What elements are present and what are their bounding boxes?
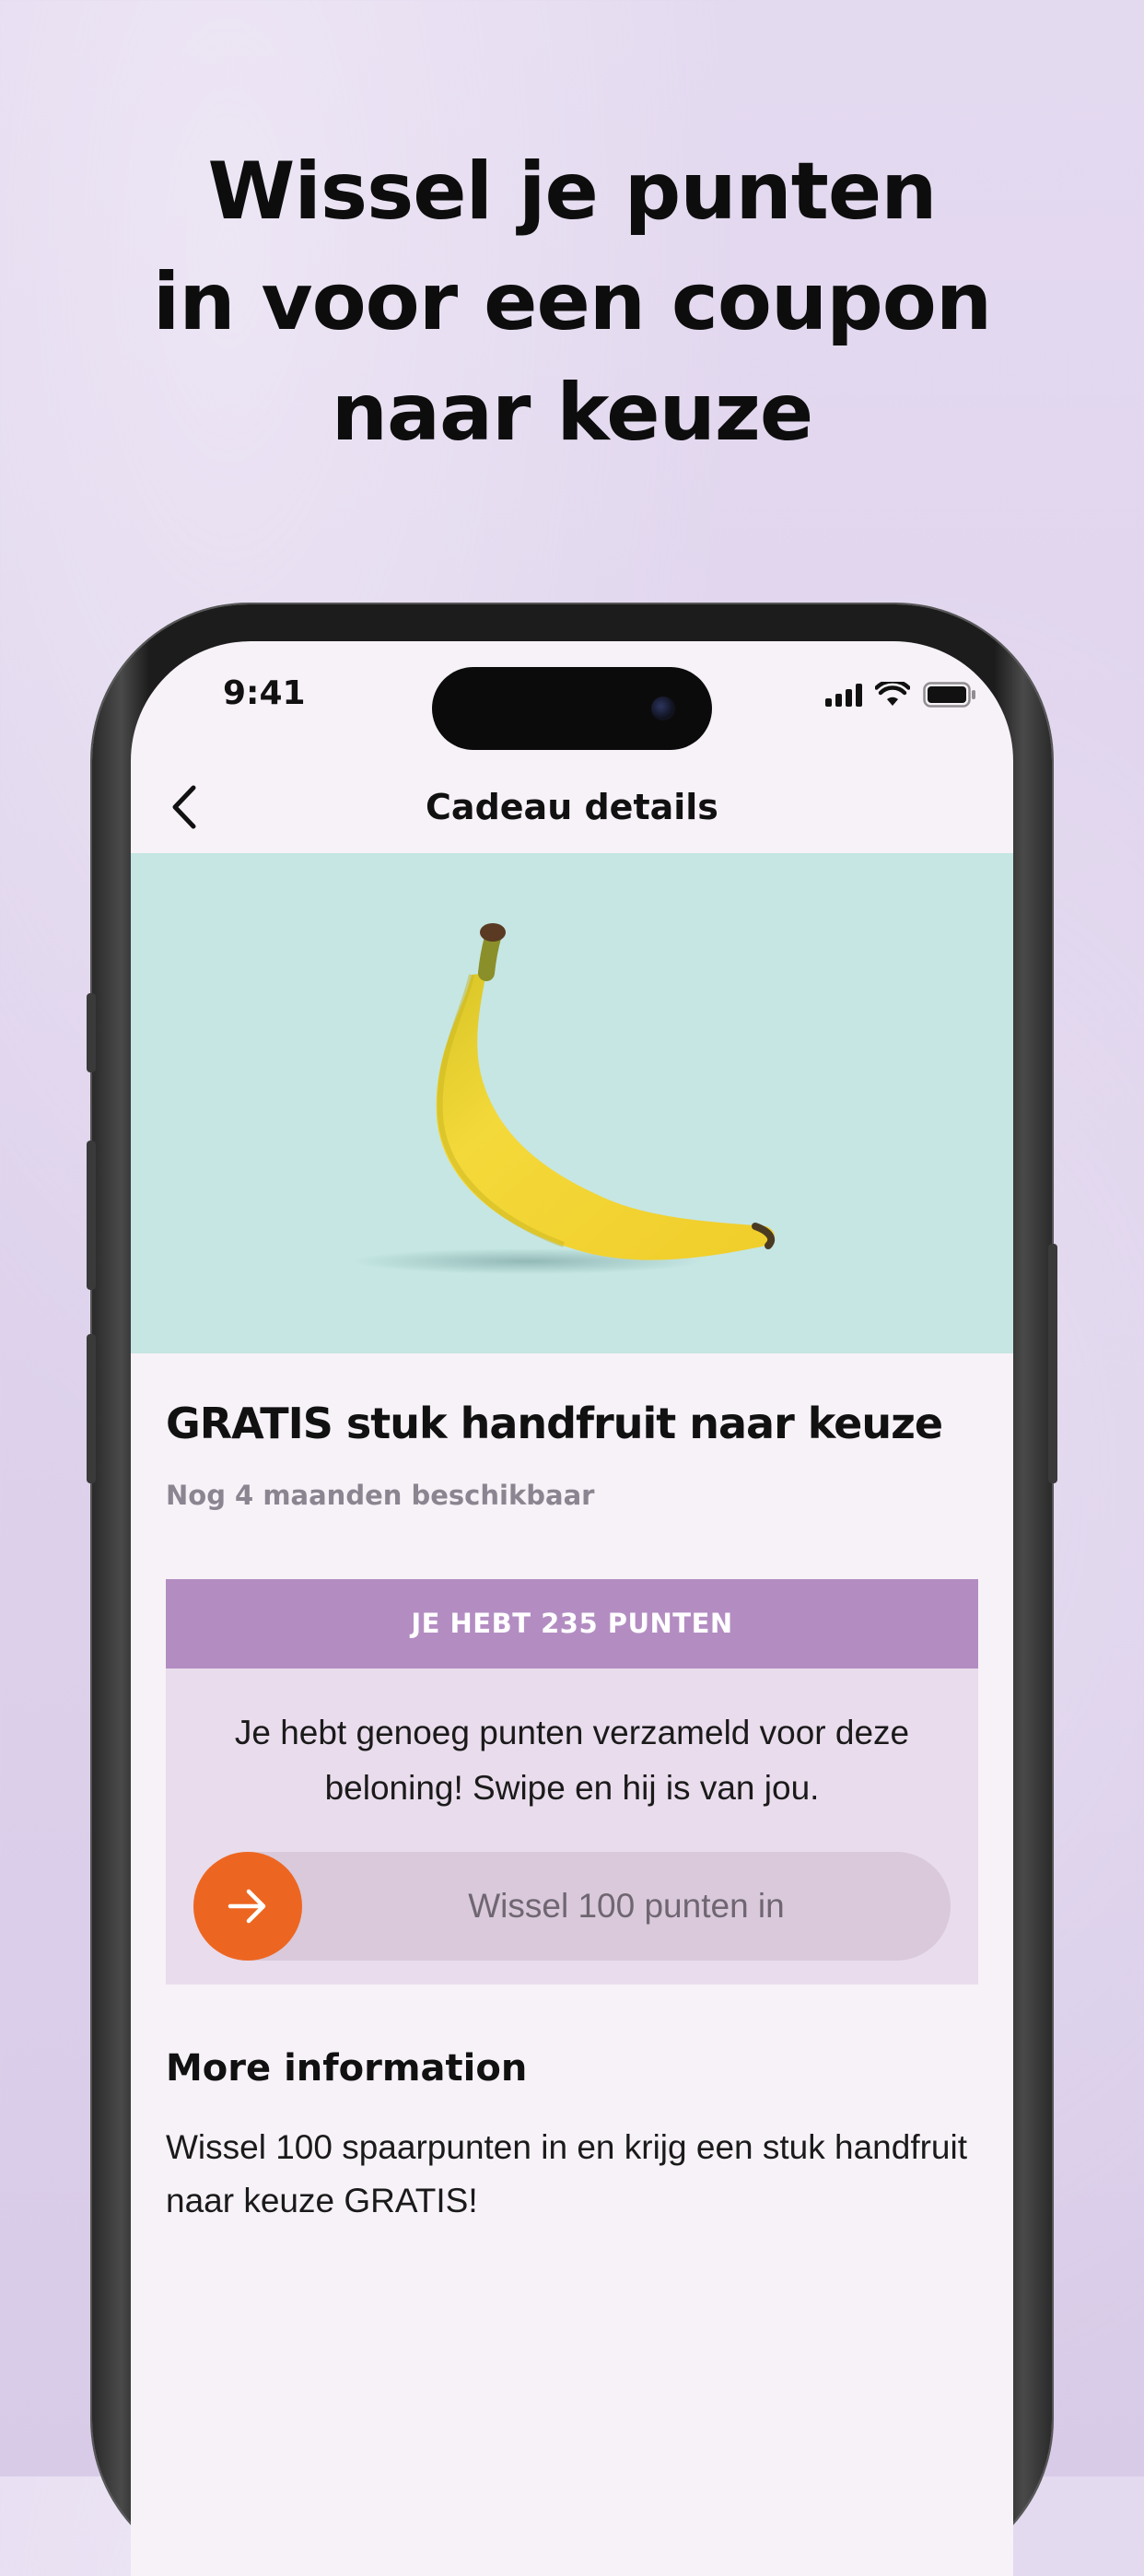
promo-headline: Wissel je punten in voor een coupon naar… <box>0 136 1144 468</box>
banana-image <box>352 923 776 1274</box>
status-bar-time: 9:41 <box>223 674 306 712</box>
redeem-swipe-label: Wissel 100 punten in <box>468 1887 785 1925</box>
promo-headline-line1: Wissel je punten <box>207 146 938 238</box>
points-balance-header: JE HEBT 235 PUNTEN <box>166 1579 978 1669</box>
swipe-handle[interactable] <box>193 1852 302 1961</box>
availability-text: Nog 4 maanden beschikbaar <box>166 1480 595 1511</box>
back-button[interactable] <box>157 778 216 837</box>
phone-power-button <box>1048 1244 1057 1483</box>
promo-headline-line3: naar keuze <box>331 367 813 459</box>
arrow-right-icon <box>228 1889 266 1924</box>
more-info-title: More information <box>166 2047 528 2090</box>
phone-mute-switch <box>87 993 96 1072</box>
wifi-icon <box>875 682 910 708</box>
product-title: GRATIS stuk handfruit naar keuze <box>166 1399 943 1448</box>
navigation-bar: Cadeau details <box>131 761 1013 853</box>
product-image <box>131 853 1013 1353</box>
page-title: Cadeau details <box>426 787 718 827</box>
front-camera-icon <box>651 697 675 720</box>
promo-headline-line2: in voor een coupon <box>152 256 992 348</box>
points-card: JE HEBT 235 PUNTEN Je hebt genoeg punten… <box>166 1579 978 1985</box>
battery-icon <box>923 682 976 708</box>
phone-screen: 9:41 Cadeau details GRATIS stuk handfrui… <box>131 641 1013 2576</box>
points-message: Je hebt genoeg punten verzameld voor dez… <box>234 1714 910 1807</box>
status-bar-icons <box>825 682 976 708</box>
more-info-body: Wissel 100 spaarpunten in en krijg een s… <box>166 2128 968 2219</box>
phone-volume-up-button <box>87 1141 96 1290</box>
redeem-swipe-slider[interactable]: Wissel 100 punten in <box>193 1852 951 1961</box>
chevron-left-icon <box>172 785 196 829</box>
cellular-signal-icon <box>825 683 862 707</box>
phone-volume-down-button <box>87 1334 96 1483</box>
dynamic-island <box>432 667 712 750</box>
